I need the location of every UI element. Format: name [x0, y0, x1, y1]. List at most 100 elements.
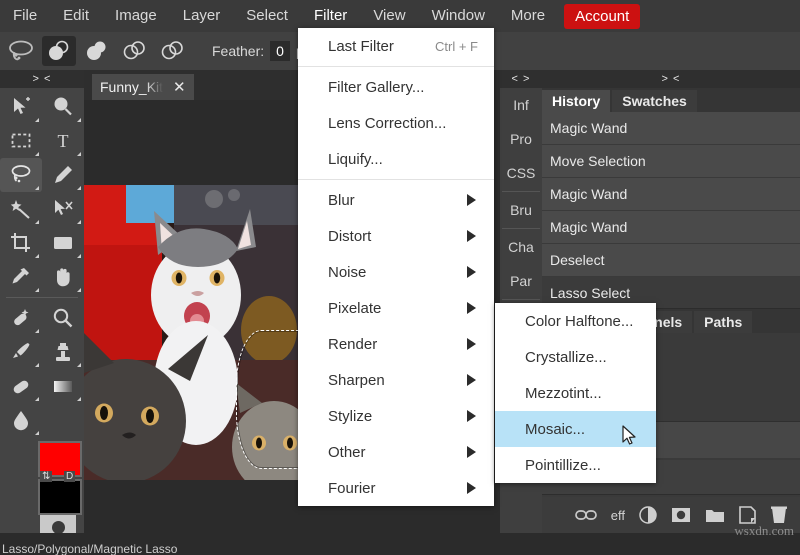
document-tab-title: Funny_Kit: [100, 79, 163, 95]
submenu-arrow-icon: [467, 266, 476, 278]
feather-input[interactable]: 0: [270, 41, 290, 61]
menu-item-filter-gallery[interactable]: Filter Gallery...: [298, 69, 494, 105]
history-item[interactable]: Magic Wand: [542, 112, 800, 144]
panel-collapse-button[interactable]: > <: [542, 70, 800, 88]
submenu-item-color-halftone[interactable]: Color Halftone...: [495, 303, 656, 339]
link-layers-icon[interactable]: [575, 508, 597, 522]
marching-ants-selection: [236, 330, 299, 469]
subtract-from-selection-icon[interactable]: [118, 36, 152, 66]
menu-item-label: Noise: [328, 264, 366, 281]
account-button[interactable]: Account: [564, 4, 640, 29]
healing-brush-tool[interactable]: [0, 301, 42, 335]
menu-separator: [298, 179, 494, 180]
menu-item-image[interactable]: Image: [102, 0, 170, 32]
tab-swatches[interactable]: Swatches: [612, 90, 697, 112]
menu-item-file[interactable]: File: [0, 0, 50, 32]
clone-stamp-tool[interactable]: [42, 335, 84, 369]
menu-item-distort[interactable]: Distort: [298, 218, 494, 254]
toolbox-collapse-button[interactable]: > <: [0, 70, 84, 88]
submenu-arrow-icon: [467, 410, 476, 422]
new-layer-icon[interactable]: [739, 506, 756, 524]
color-swatches: ⇅ D: [0, 437, 84, 533]
default-colors-icon[interactable]: D: [64, 471, 75, 482]
pen-tool[interactable]: [42, 158, 84, 192]
dock-expand-button[interactable]: < >: [500, 70, 542, 88]
hand-tool[interactable]: [42, 260, 84, 294]
panel-tab-css[interactable]: CSS: [500, 156, 542, 190]
history-item[interactable]: Deselect: [542, 244, 800, 276]
panel-tab-channels[interactable]: Cha: [500, 230, 542, 264]
panel-tab-paragraph[interactable]: Par: [500, 264, 542, 298]
eyedropper-tool[interactable]: [0, 260, 42, 294]
panel-tab-brushes[interactable]: Bru: [500, 193, 542, 227]
menu-item-label: Sharpen: [328, 372, 385, 389]
menu-item-select[interactable]: Select: [233, 0, 301, 32]
history-item[interactable]: Move Selection: [542, 145, 800, 177]
photo-editor-window: File Edit Image Layer Select Filter View…: [0, 0, 800, 555]
add-to-selection-icon[interactable]: [80, 36, 114, 66]
feather-control: Feather: 0 px: [212, 41, 311, 61]
magic-wand-tool[interactable]: [0, 192, 42, 226]
move-tool[interactable]: [0, 90, 42, 124]
gradient-tool[interactable]: [42, 369, 84, 403]
submenu-item-pointillize[interactable]: Pointillize...: [495, 447, 656, 483]
menu-item-blur[interactable]: Blur: [298, 182, 494, 218]
menu-item-label: Mezzotint...: [525, 385, 602, 402]
panel-tab-divider: [502, 299, 540, 300]
history-item[interactable]: Magic Wand: [542, 211, 800, 243]
lasso-tool[interactable]: [0, 158, 42, 192]
submenu-item-crystallize[interactable]: Crystallize...: [495, 339, 656, 375]
swap-colors-icon[interactable]: ⇅: [40, 471, 52, 482]
brush-tool[interactable]: [0, 335, 42, 369]
menu-item-label: Filter Gallery...: [328, 79, 424, 96]
panel-tab-info[interactable]: Inf: [500, 88, 542, 122]
menu-item-pixelate[interactable]: Pixelate: [298, 290, 494, 326]
zoom-tool[interactable]: [42, 301, 84, 335]
new-selection-icon[interactable]: [42, 36, 76, 66]
panel-tab-properties[interactable]: Pro: [500, 122, 542, 156]
menu-item-label: Last Filter: [328, 38, 394, 55]
menu-item-fourier[interactable]: Fourier: [298, 470, 494, 506]
menu-item-other[interactable]: Other: [298, 434, 494, 470]
layer-mask-icon[interactable]: [671, 507, 691, 523]
crop-tool[interactable]: [0, 226, 42, 260]
submenu-arrow-icon: [467, 374, 476, 386]
blur-tool[interactable]: [0, 403, 42, 437]
intersect-selection-icon[interactable]: [156, 36, 190, 66]
type-tool[interactable]: T: [42, 124, 84, 158]
history-item[interactable]: Magic Wand: [542, 178, 800, 210]
menu-item-render[interactable]: Render: [298, 326, 494, 362]
layer-effects-icon[interactable]: eff: [611, 508, 625, 523]
menu-item-more[interactable]: More: [498, 0, 558, 32]
shape-tool[interactable]: [42, 226, 84, 260]
menu-item-sharpen[interactable]: Sharpen: [298, 362, 494, 398]
menu-item-layer[interactable]: Layer: [170, 0, 234, 32]
tab-paths[interactable]: Paths: [694, 311, 752, 333]
menu-item-liquify[interactable]: Liquify...: [298, 141, 494, 177]
toolbox-divider: [6, 297, 78, 298]
direct-selection-tool[interactable]: [42, 192, 84, 226]
submenu-item-mezzotint[interactable]: Mezzotint...: [495, 375, 656, 411]
menu-item-last-filter[interactable]: Last Filter Ctrl + F: [298, 28, 494, 64]
svg-text:T: T: [58, 131, 69, 151]
eraser-tool[interactable]: [0, 369, 42, 403]
rectangular-marquee-tool[interactable]: [0, 124, 42, 158]
menu-item-stylize[interactable]: Stylize: [298, 398, 494, 434]
toolbox: > < T: [0, 70, 84, 533]
submenu-arrow-icon: [467, 230, 476, 242]
close-icon[interactable]: ✕: [173, 80, 186, 95]
background-color-swatch[interactable]: [38, 479, 82, 515]
menu-item-noise[interactable]: Noise: [298, 254, 494, 290]
menu-item-label: Render: [328, 336, 377, 353]
menu-item-lens-correction[interactable]: Lens Correction...: [298, 105, 494, 141]
delete-layer-icon[interactable]: [770, 506, 788, 524]
tab-history[interactable]: History: [542, 90, 610, 112]
zoom-blob-tool[interactable]: [42, 90, 84, 124]
menu-item-edit[interactable]: Edit: [50, 0, 102, 32]
menu-item-label: Mosaic...: [525, 421, 585, 438]
mouse-cursor-icon: [622, 425, 638, 447]
feather-label: Feather:: [212, 43, 264, 59]
document-tab[interactable]: Funny_Kit ✕: [92, 74, 194, 100]
new-group-icon[interactable]: [705, 507, 725, 523]
adjustment-layer-icon[interactable]: [639, 506, 657, 524]
